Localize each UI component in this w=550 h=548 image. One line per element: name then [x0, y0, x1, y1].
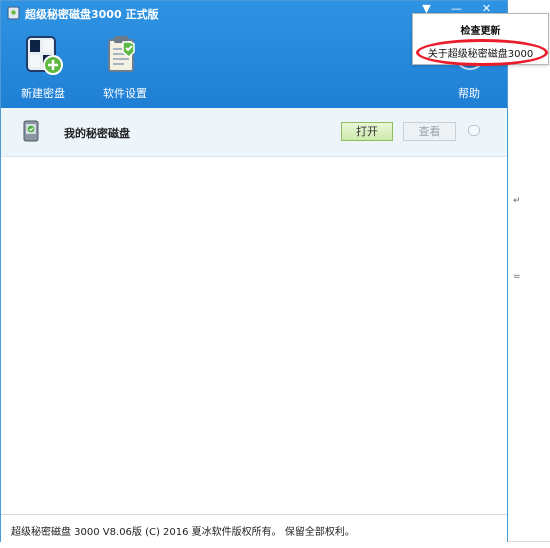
row-toggle[interactable]: [468, 125, 480, 136]
window-title: 超级秘密磁盘3000 正式版: [25, 8, 159, 21]
edge-mark: =: [513, 272, 521, 282]
new-disk-icon: [26, 36, 63, 75]
divider: [508, 541, 550, 542]
app-window: 超级秘密磁盘3000 正式版 ▼ — ✕ 新建密盘 软件设置 帮助 我的秘密磁盘…: [0, 0, 508, 542]
new-disk-label: 新建密盘: [21, 87, 65, 100]
edge-mark: ↵: [513, 196, 521, 206]
help-label: 帮助: [458, 87, 480, 100]
highlight-ellipse: [416, 39, 548, 66]
app-disk-icon: [7, 6, 20, 20]
view-button[interactable]: 查看: [403, 122, 456, 141]
status-text: 超级秘密磁盘 3000 V8.06版 (C) 2016 夏冰软件版权所有。 保留…: [11, 527, 355, 538]
settings-button[interactable]: 软件设置: [95, 35, 155, 100]
menu-item-check-update[interactable]: 检查更新: [413, 22, 548, 37]
settings-icon: [108, 36, 135, 72]
disk-row: 我的秘密磁盘 打开 查看: [1, 108, 507, 157]
new-disk-button[interactable]: 新建密盘: [13, 35, 73, 100]
disk-name: 我的秘密磁盘: [64, 127, 130, 140]
status-bar: 超级秘密磁盘 3000 V8.06版 (C) 2016 夏冰软件版权所有。 保留…: [1, 514, 507, 542]
open-button[interactable]: 打开: [341, 122, 393, 141]
secure-disk-icon: [23, 120, 39, 142]
settings-label: 软件设置: [103, 87, 147, 100]
